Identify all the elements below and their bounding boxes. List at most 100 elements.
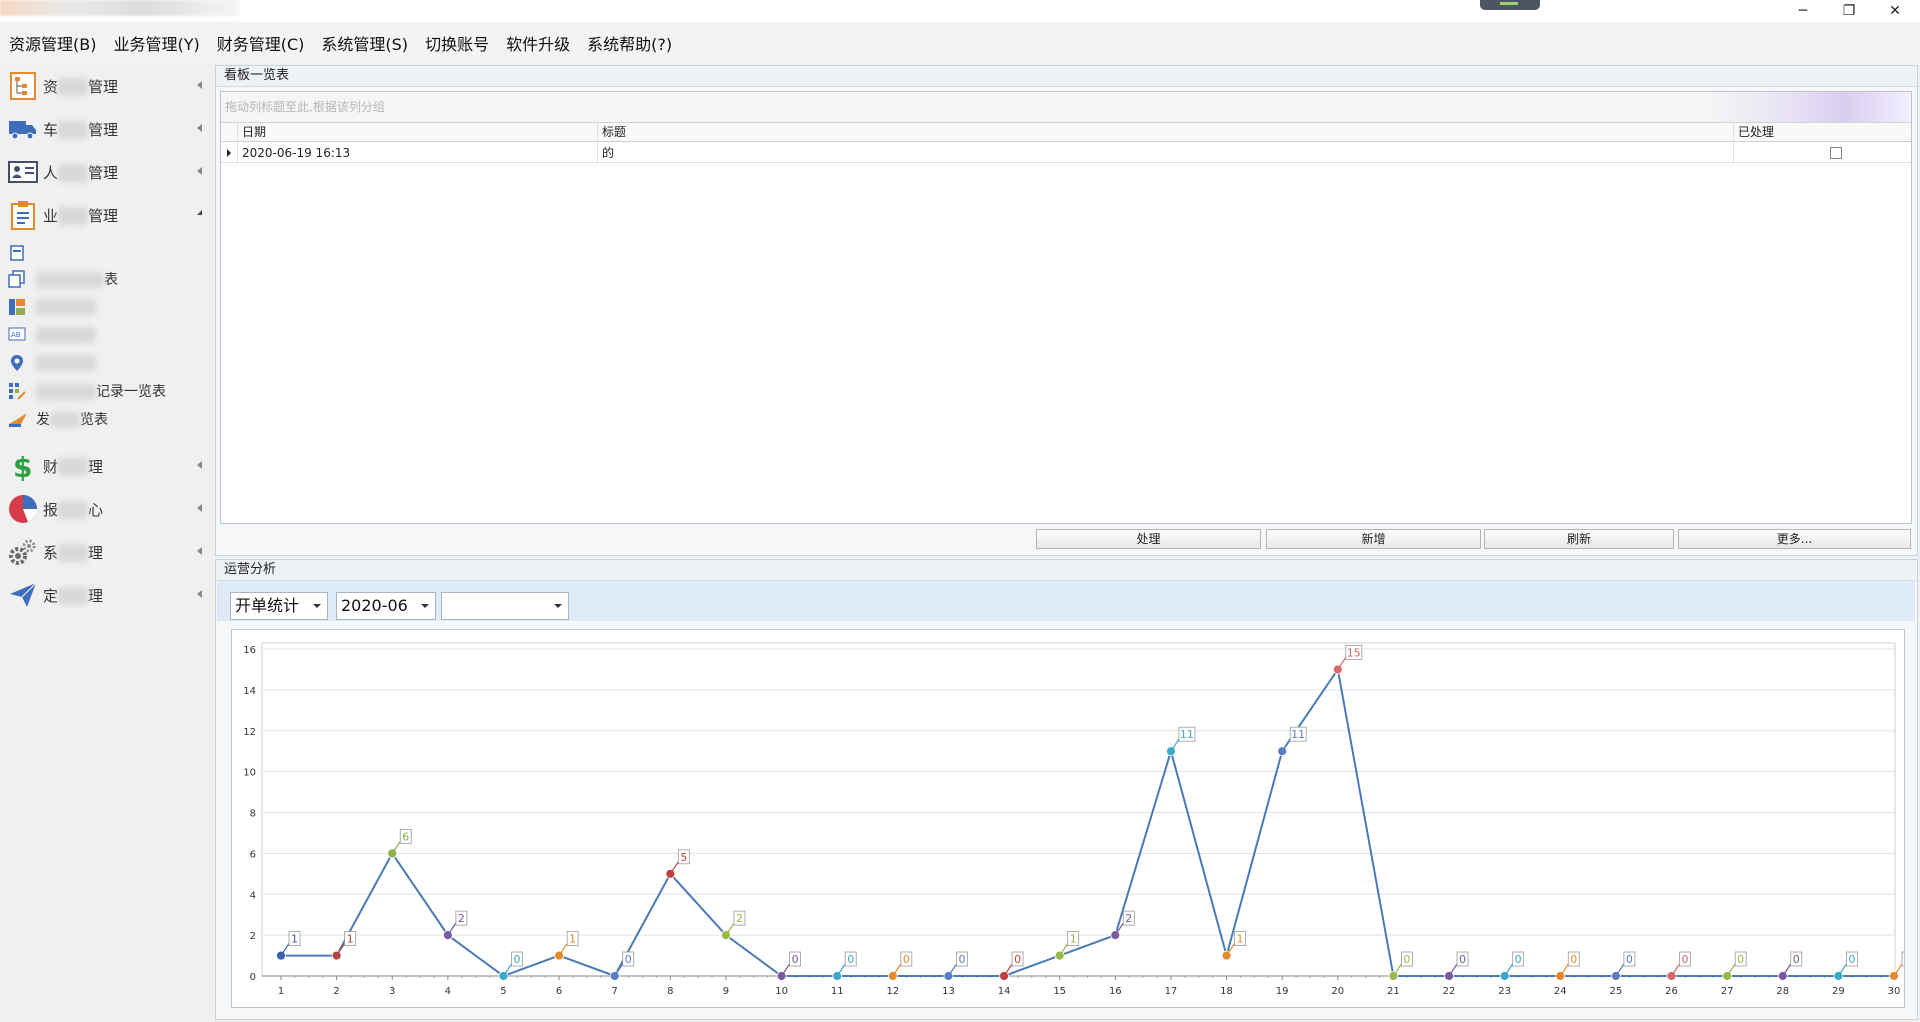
chart-container: 0 2 4 6 8 10 12 14 16 1 2 3 4 5 6 7 8 9 10 11 12 13 14 15 16 17 18… [231,629,1914,1008]
y-tick-label: 8 [250,809,256,820]
sidebar-group-label: 定理 [43,586,104,605]
data-point [1110,930,1121,941]
add-button[interactable]: 新增 [1266,529,1481,549]
sidebar-subitem-7[interactable]: 发览表 [0,406,210,432]
table-cell-title[interactable]: 的 [598,143,1734,163]
data-label: 0 [1848,953,1855,966]
y-tick-label: 2 [250,931,256,942]
x-tick-label: 1 [278,986,284,997]
data-label-leader [393,841,401,851]
sidebar-subitem-1[interactable] [0,240,210,266]
sidebar-group-system[interactable]: 系理 [0,533,210,571]
extra-select[interactable] [441,592,569,620]
x-tick-label: 14 [998,986,1011,997]
table-cell-date[interactable]: 2020-06-19 16:13 [238,143,598,163]
process-button[interactable]: 处理 [1036,529,1261,549]
data-label-leader [1784,963,1792,974]
sidebar-group-finance[interactable]: $ 财理 [0,447,210,485]
data-label-leader [1061,943,1069,953]
data-point [1277,746,1288,757]
sidebar-subitem-4[interactable]: AB [0,322,210,348]
x-tick-label: 4 [445,986,451,997]
minimize-button[interactable]: ─ [1780,0,1826,22]
board-panel-title: 看板一览表 [216,66,1917,87]
close-button[interactable]: ✕ [1872,0,1918,22]
data-point [1777,971,1788,981]
column-header-date[interactable]: 日期 [238,123,598,142]
data-label: 0 [1626,953,1633,966]
data-label: 11 [1291,728,1305,741]
sidebar-subitem-5[interactable] [0,350,210,376]
data-label: 1 [347,933,354,946]
data-point [1833,971,1844,981]
menu-help[interactable]: 系统帮助(?) [578,31,680,55]
stat-type-value: 开单统计 [235,596,300,615]
sidebar-subitem-3[interactable] [0,294,210,320]
data-label: 0 [1403,953,1410,966]
sidebar-group-business[interactable]: 业管理 [0,196,210,234]
line-chart: 02468101214161 2 3 4 5 6 7 8 9 10 11 12 13 14 15 16 17 18… [243,642,1914,997]
data-point [331,950,342,961]
y-tick-label: 12 [243,727,256,738]
sidebar-subitem-2[interactable]: 表 [0,266,210,292]
dollar-icon: $ [8,451,38,481]
x-tick-label: 3 [389,986,395,997]
more-button[interactable]: 更多... [1678,529,1911,549]
sidebar-group-vehicle[interactable]: 车管理 [0,110,210,148]
data-point [1388,971,1399,981]
data-label-leader [727,922,735,933]
x-tick-label: 29 [1832,986,1845,997]
data-label: 0 [1793,953,1800,966]
sidebar-group-label: 车管理 [43,120,119,139]
sidebar-group-schedule[interactable]: 定理 [0,576,210,614]
data-label: 0 [1515,953,1522,966]
sidebar-group-personnel[interactable]: 人管理 [0,153,210,191]
menu-upgrade[interactable]: 软件升级 [497,31,578,55]
sidebar-subitem-label [36,327,96,343]
handled-checkbox[interactable] [1830,147,1842,159]
x-tick-label: 17 [1165,986,1178,997]
restore-button[interactable]: ❐ [1826,0,1872,22]
menu-system[interactable]: 系统管理(S) [312,31,416,55]
menu-finance[interactable]: 财务管理(C) [208,31,313,55]
group-by-hint[interactable]: 拖动列标题至此,根据该列分组 [221,92,1911,123]
data-label-leader [1172,738,1180,749]
data-label: 1 [1237,933,1244,946]
data-label-leader [1728,963,1736,974]
grid-edit-icon [8,382,26,400]
data-label: 2 [736,912,743,925]
data-label: 0 [903,953,910,966]
data-point [776,971,787,981]
refresh-button[interactable]: 刷新 [1484,529,1674,549]
data-point [387,848,398,859]
column-header-title[interactable]: 标题 [598,123,1734,142]
data-label-leader [1561,963,1569,974]
column-header-handled[interactable]: 已处理 [1734,123,1911,142]
data-label: 0 [1459,953,1466,966]
sidebar-subitem-label: 发览表 [36,412,108,428]
collapse-arrow-icon [197,124,202,132]
stat-type-select[interactable]: 开单统计 [230,592,328,620]
paper-plane-icon [8,580,38,610]
data-label: 6 [402,830,409,843]
x-tick-label: 27 [1721,986,1734,997]
y-tick-label: 0 [250,972,256,983]
month-select[interactable]: 2020-06 [336,592,436,620]
sidebar-group-report[interactable]: 报心 [0,490,210,528]
data-point [1666,971,1677,981]
resource-tree-icon [8,71,38,101]
gears-icon [8,537,38,567]
x-tick-label: 22 [1443,986,1456,997]
sidebar-subitem-6[interactable]: 记录一览表 [0,378,210,404]
data-label: 1 [1070,933,1077,946]
table-cell-handled [1734,143,1911,163]
y-tick-label: 16 [243,645,256,656]
sidebar-group-resource[interactable]: 资管理 [0,67,210,105]
data-point [1221,950,1232,961]
menu-resource[interactable]: 资源管理(B) [0,31,104,55]
sidebar-group-label: 人管理 [43,163,119,182]
data-label-leader [1283,738,1291,749]
data-label: 1 [291,933,298,946]
menu-switch-account[interactable]: 切换账号 [416,31,497,55]
menu-business[interactable]: 业务管理(Y) [104,31,207,55]
